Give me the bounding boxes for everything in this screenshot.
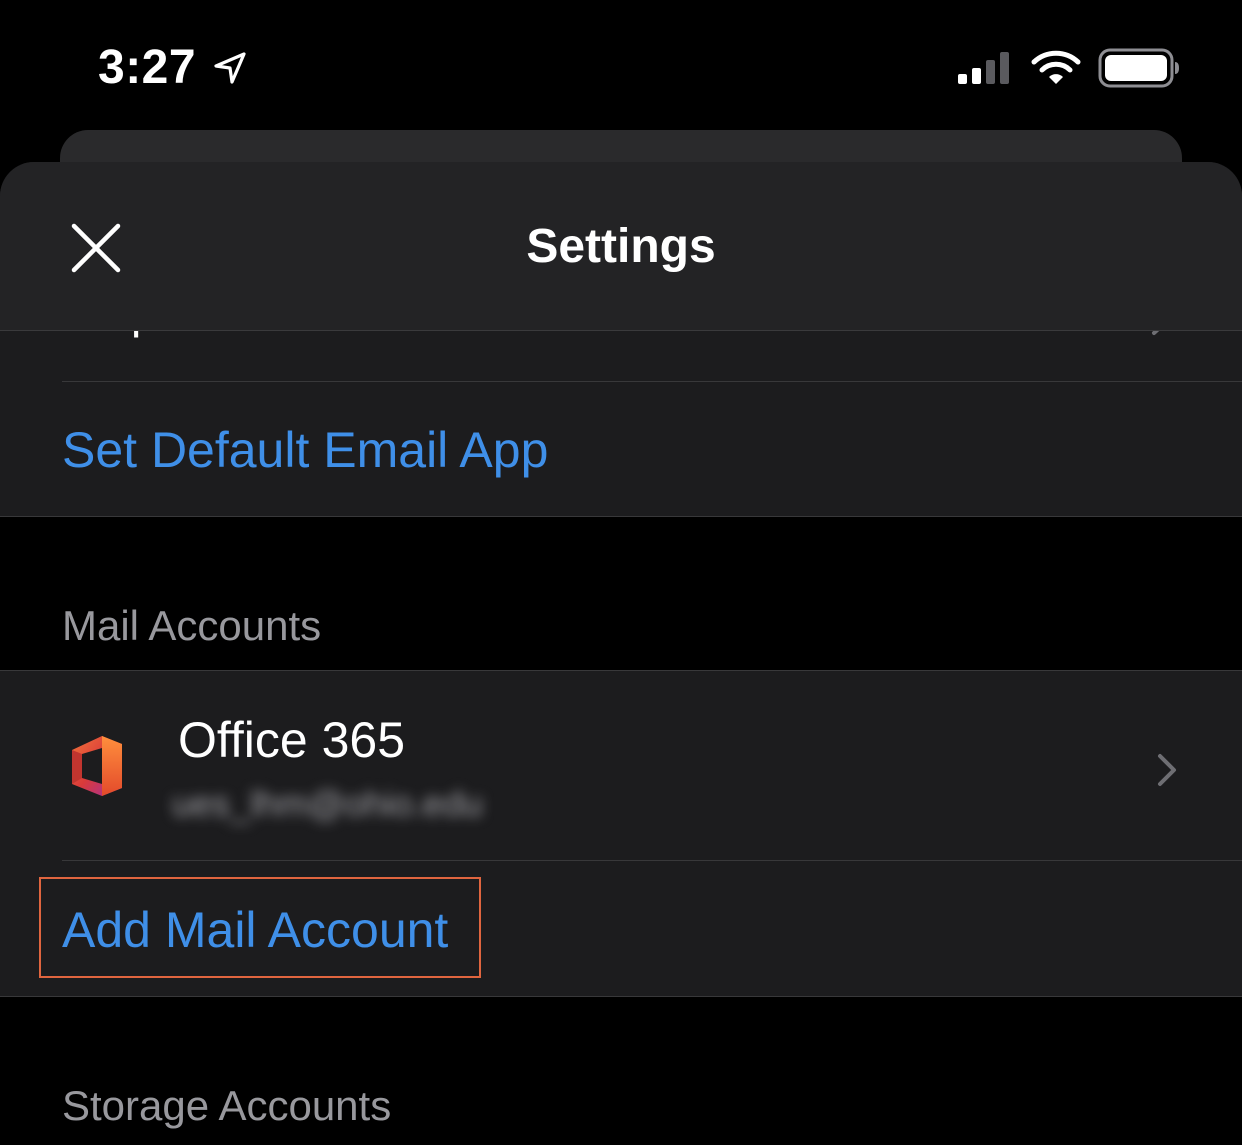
chevron-right-icon [1158,754,1176,786]
battery-icon [1098,48,1179,88]
storage-accounts-header: Storage Accounts [62,1082,392,1129]
office-365-icon [72,736,122,796]
settings-header: Settings [0,162,1242,331]
row-divider [62,381,1242,382]
set-default-email-link[interactable]: Set Default Email App [62,420,548,480]
status-time: 3:27 [98,41,197,94]
add-mail-account-button[interactable]: Add Mail Account [62,900,448,960]
location-arrow-icon [214,52,246,84]
account-email: ues_lhm@ohio.edu [172,783,483,824]
wifi-icon [1031,50,1081,84]
page-title: Settings [526,220,716,273]
mail-accounts-header: Mail Accounts [62,602,322,649]
account-title: Office 365 [178,712,406,768]
cellular-signal-icon [958,52,1009,84]
settings-sheet: Settings Help & Feedback Set Default Ema… [0,162,1242,1145]
